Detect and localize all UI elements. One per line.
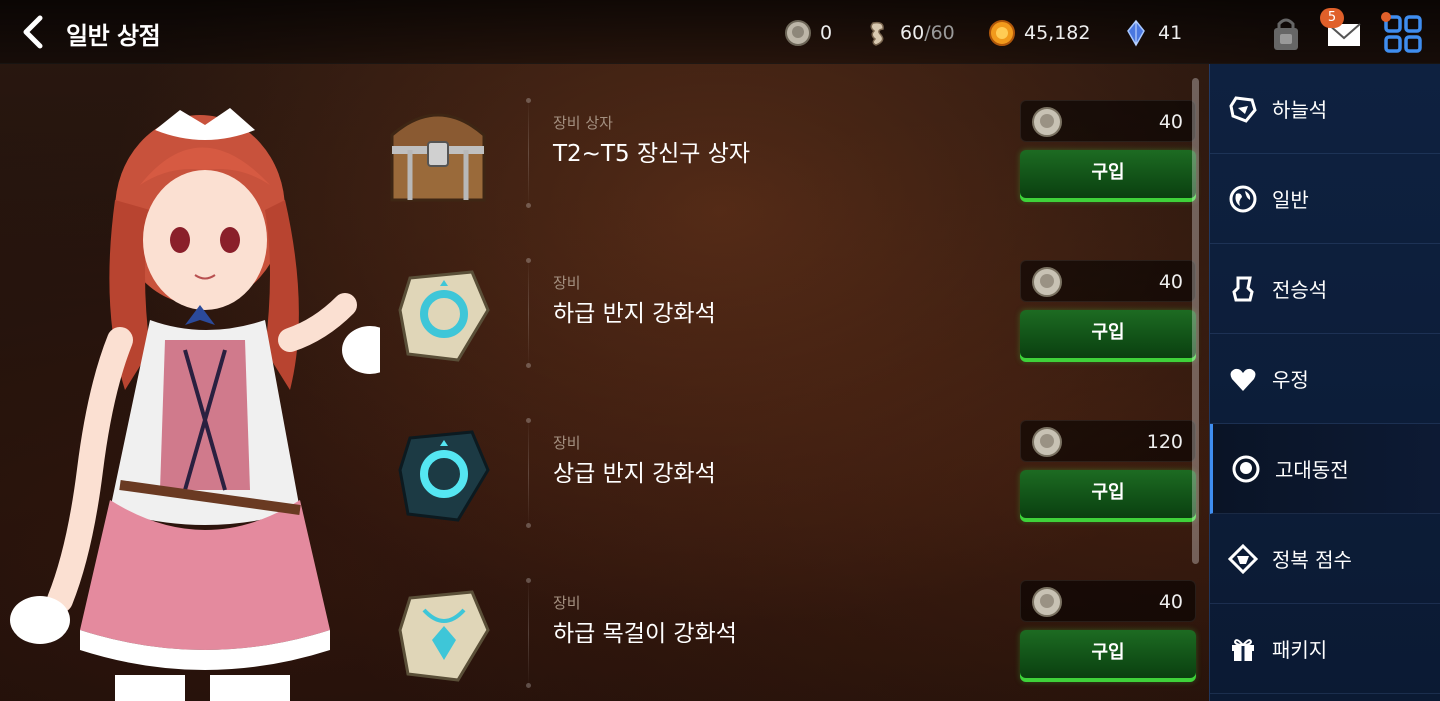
currency-gold: 45,182 bbox=[988, 18, 1090, 48]
ring-stone-high-icon bbox=[398, 430, 490, 522]
gold-icon bbox=[989, 20, 1015, 46]
item-name: 하급 반지 강화석 bbox=[553, 301, 716, 327]
sidebar-item-label: 패키지 bbox=[1272, 638, 1328, 662]
shop-category-sidebar: 하늘석 일반 전승석 우정 고대동전 정복 점수 패키지 bbox=[1209, 64, 1440, 701]
ancient-coin-count: 0 bbox=[820, 22, 833, 44]
chest-icon bbox=[390, 113, 486, 202]
item-list-scrollbar[interactable] bbox=[1192, 78, 1199, 564]
stamina-max: /60 bbox=[924, 22, 955, 44]
shop-item: 장비 하급 반지 강화석 40 구입 bbox=[370, 240, 1200, 400]
ancient-coin-icon bbox=[1032, 107, 1062, 137]
conquest-icon bbox=[1228, 543, 1258, 574]
back-arrow-icon[interactable] bbox=[14, 12, 54, 52]
currency-stamina: 60 /60 bbox=[864, 18, 955, 48]
ancient-coin-icon bbox=[1232, 455, 1260, 482]
buy-button[interactable]: 구입 bbox=[1020, 150, 1196, 202]
item-divider bbox=[526, 258, 531, 368]
crystal-count: 41 bbox=[1158, 22, 1183, 44]
price-box: 40 bbox=[1020, 100, 1196, 142]
sidebar-item-label: 일반 bbox=[1272, 188, 1309, 212]
sidebar-item-label: 우정 bbox=[1272, 368, 1309, 392]
globe-icon bbox=[1229, 185, 1257, 212]
sidebar-item-general[interactable]: 일반 bbox=[1210, 154, 1440, 244]
stamina-icon bbox=[870, 21, 884, 46]
currency-crystal: 41 bbox=[1122, 18, 1182, 48]
inventory-locked-icon[interactable] bbox=[1266, 14, 1306, 54]
sidebar-item-legacy-stone[interactable]: 전승석 bbox=[1210, 244, 1440, 334]
ancient-coin-icon bbox=[1032, 267, 1062, 297]
price-value: 120 bbox=[1146, 431, 1183, 453]
shop-character-illustration bbox=[10, 108, 380, 701]
buy-button[interactable]: 구입 bbox=[1020, 310, 1196, 362]
sidebar-item-label: 하늘석 bbox=[1272, 98, 1328, 122]
necklace-stone-low-icon bbox=[398, 590, 490, 682]
sidebar-item-label: 정복 점수 bbox=[1272, 548, 1352, 572]
currency-ancient-coin: 0 bbox=[784, 18, 832, 48]
page-title: 일반 상점 bbox=[66, 22, 161, 50]
sky-stone-icon bbox=[1229, 95, 1257, 123]
item-category: 장비 상자 bbox=[553, 114, 613, 132]
crystal-icon bbox=[1127, 19, 1145, 47]
shop-item: 장비 상급 반지 강화석 120 구입 bbox=[370, 400, 1200, 560]
item-divider bbox=[526, 98, 531, 208]
shop-item: 장비 상자 T2~T5 장신구 상자 40 구입 bbox=[370, 80, 1200, 240]
buy-button[interactable]: 구입 bbox=[1020, 630, 1196, 682]
top-bar: 일반 상점 0 60 /60 45,182 41 5 bbox=[0, 0, 1440, 64]
sidebar-item-conquest-score[interactable]: 정복 점수 bbox=[1210, 514, 1440, 604]
item-category: 장비 bbox=[553, 434, 581, 452]
sidebar-item-friendship[interactable]: 우정 bbox=[1210, 334, 1440, 424]
item-name: 하급 목걸이 강화석 bbox=[553, 621, 737, 647]
item-divider bbox=[526, 418, 531, 528]
price-box: 120 bbox=[1020, 420, 1196, 462]
ancient-coin-icon bbox=[1032, 587, 1062, 617]
mail-badge: 5 bbox=[1320, 8, 1344, 28]
shop-item: 장비 하급 목걸이 강화석 40 구입 bbox=[370, 560, 1200, 701]
item-category: 장비 bbox=[553, 274, 581, 292]
gold-count: 45,182 bbox=[1024, 22, 1091, 44]
sidebar-item-package[interactable]: 패키지 bbox=[1210, 604, 1440, 694]
stamina-count: 60 bbox=[900, 22, 925, 44]
price-value: 40 bbox=[1158, 111, 1183, 133]
price-box: 40 bbox=[1020, 260, 1196, 302]
bust-icon bbox=[1232, 276, 1254, 301]
sidebar-item-ancient-coin[interactable]: 고대동전 bbox=[1210, 424, 1440, 514]
sidebar-item-sky-stone[interactable]: 하늘석 bbox=[1210, 64, 1440, 154]
heart-icon bbox=[1230, 368, 1256, 391]
shop-item-list[interactable]: 장비 상자 T2~T5 장신구 상자 40 구입 장비 하급 반지 강화석 40 bbox=[370, 80, 1200, 701]
ancient-coin-icon bbox=[785, 20, 811, 46]
buy-button[interactable]: 구입 bbox=[1020, 470, 1196, 522]
menu-notification-dot bbox=[1381, 12, 1391, 22]
price-box: 40 bbox=[1020, 580, 1196, 622]
price-value: 40 bbox=[1158, 271, 1183, 293]
price-value: 40 bbox=[1158, 591, 1183, 613]
gift-icon bbox=[1232, 638, 1254, 661]
item-category: 장비 bbox=[553, 594, 581, 612]
sidebar-item-label: 전승석 bbox=[1272, 278, 1328, 302]
scrollbar-thumb[interactable] bbox=[1192, 78, 1199, 564]
sidebar-item-label: 고대동전 bbox=[1275, 458, 1349, 482]
item-name: T2~T5 장신구 상자 bbox=[553, 141, 751, 167]
item-name: 상급 반지 강화석 bbox=[553, 461, 716, 487]
ancient-coin-icon bbox=[1032, 427, 1062, 457]
ring-stone-low-icon bbox=[398, 270, 490, 362]
item-divider bbox=[526, 578, 531, 688]
